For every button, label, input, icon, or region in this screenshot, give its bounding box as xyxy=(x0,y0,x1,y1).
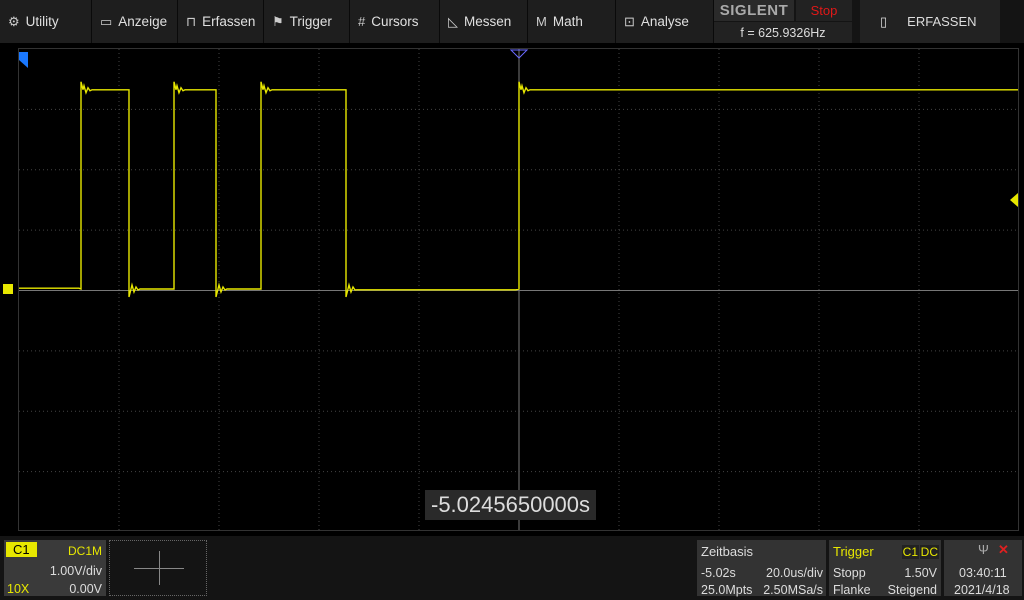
channel-scale: 1.00V/div xyxy=(49,564,102,578)
timebase-delay: -5.02s xyxy=(701,566,736,580)
timebase-title: Zeitbasis xyxy=(701,544,754,559)
channel-coupling: DC1M xyxy=(67,544,102,558)
trigger-source: C1 xyxy=(901,545,919,559)
channel-label: C1 xyxy=(6,542,37,557)
sample-rate: 2.50MSa/s xyxy=(763,583,823,597)
channel-offset: 0.00V xyxy=(69,582,102,596)
system-panel: Ψ ✕ 03:40:11 2021/4/18 xyxy=(944,540,1022,597)
timebase-panel[interactable]: Zeitbasis -5.02s 20.0us/div 25.0Mpts 2.5… xyxy=(697,540,826,597)
trigger-panel[interactable]: Trigger C1 DC Stopp 1.50V Flanke Steigen… xyxy=(829,540,941,597)
trigger-mode: Stopp xyxy=(833,566,866,580)
trigger-slope: Steigend xyxy=(887,583,937,597)
trigger-position-marker xyxy=(509,49,529,59)
left-marker-icon xyxy=(19,52,28,68)
trigger-title: Trigger xyxy=(833,544,874,559)
clock-time: 03:40:11 xyxy=(959,566,1007,580)
trigger-level: 1.50V xyxy=(904,566,937,580)
usb-icon: Ψ xyxy=(978,542,989,557)
channel-1-panel[interactable]: C1 DC1M 1.00V/div 10X 0.00V xyxy=(4,540,106,596)
network-disconnected-icon: ✕ xyxy=(998,542,1009,557)
memory-depth: 25.0Mpts xyxy=(701,583,753,597)
trigger-type: Flanke xyxy=(833,583,871,597)
status-bar: C1 DC1M 1.00V/div 10X 0.00V Zeitbasis -5… xyxy=(0,536,1024,600)
trigger-level-marker xyxy=(1010,193,1018,207)
time-readout: -5.0245650000s xyxy=(425,490,597,520)
add-channel-slot[interactable] xyxy=(109,540,207,596)
timebase-scale: 20.0us/div xyxy=(766,566,823,580)
channel-probe: 10X xyxy=(7,582,30,596)
channel-offset-marker xyxy=(3,284,13,294)
trigger-coupling: DC xyxy=(919,545,939,559)
clock-date: 2021/4/18 xyxy=(954,583,1010,597)
